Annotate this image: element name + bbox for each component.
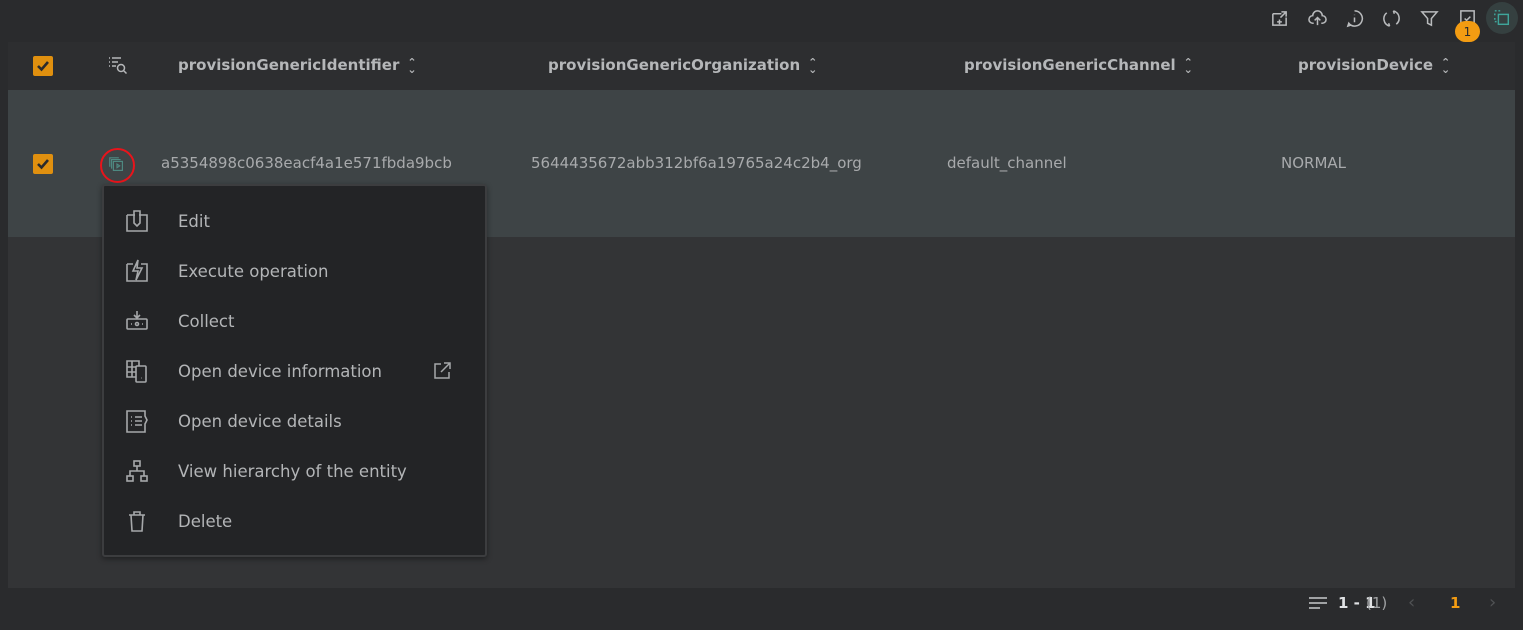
column-label: provisionGenericOrganization <box>548 56 801 74</box>
next-page-button[interactable]: › <box>1489 592 1496 613</box>
edit-icon <box>126 210 148 232</box>
menu-item-label: View hierarchy of the entity <box>178 461 407 481</box>
trash-icon <box>129 511 145 532</box>
column-label: provisionGenericChannel <box>964 56 1176 74</box>
menu-item-label: Collect <box>178 311 235 331</box>
column-search-icon[interactable] <box>108 55 128 75</box>
multi-select-icon <box>1494 10 1510 26</box>
cell-identifier: a5354898c0638eacf4a1e571fbda9bcb <box>161 154 452 172</box>
menu-item-delete[interactable]: Delete <box>104 496 485 546</box>
info-icon[interactable] <box>1342 6 1366 30</box>
previous-page-button[interactable]: ‹ <box>1408 592 1415 613</box>
row-checkbox[interactable] <box>33 154 53 174</box>
row-actions-button[interactable] <box>100 148 135 183</box>
execute-operation-icon <box>126 259 148 282</box>
external-link-icon <box>434 362 451 379</box>
column-header-identifier[interactable]: provisionGenericIdentifier ⌃ ⌄ <box>178 56 417 75</box>
cell-device: NORMAL <box>1281 154 1347 172</box>
menu-item-label: Open device details <box>178 411 342 431</box>
multi-select-button[interactable] <box>1486 2 1518 34</box>
table-header: provisionGenericIdentifier ⌃ ⌄ provisionGe… <box>8 42 1515 90</box>
column-label: provisionDevice <box>1298 56 1434 74</box>
sort-icon[interactable]: ⌃ ⌄ <box>1184 57 1193 75</box>
menu-item-collect[interactable]: Collect <box>104 296 485 346</box>
menu-item-open-device-details[interactable]: Open device details <box>104 396 485 446</box>
upload-icon[interactable] <box>1305 6 1329 30</box>
cell-channel: default_channel <box>947 154 1067 172</box>
device-info-icon <box>126 360 147 383</box>
select-all-checkbox[interactable] <box>33 56 53 76</box>
sort-icon[interactable]: ⌃ ⌄ <box>808 57 817 75</box>
device-details-icon <box>126 410 148 433</box>
column-header-organization[interactable]: provisionGenericOrganization ⌃ ⌄ <box>548 56 817 75</box>
sort-icon[interactable]: ⌃ ⌄ <box>1441 57 1450 75</box>
filter-icon[interactable] <box>1417 6 1441 30</box>
export-icon[interactable] <box>1267 6 1291 30</box>
column-label: provisionGenericIdentifier <box>178 56 400 74</box>
hierarchy-icon <box>126 460 148 482</box>
actions-icon <box>109 157 123 171</box>
refresh-icon[interactable] <box>1379 6 1403 30</box>
selected-count-badge: 1 <box>1455 21 1480 42</box>
menu-item-execute-operation[interactable]: Execute operation <box>104 246 485 296</box>
collect-icon <box>126 311 148 330</box>
current-page[interactable]: 1 <box>1450 594 1460 612</box>
row-context-menu: Edit Execute operation Collect Open devi… <box>102 184 487 557</box>
menu-item-label: Execute operation <box>178 261 329 281</box>
cell-organization: 5644435672abb312bf6a19765a24c2b4_org <box>531 154 862 172</box>
page-size-icon[interactable] <box>1308 596 1328 610</box>
menu-item-view-hierarchy[interactable]: View hierarchy of the entity <box>104 446 485 496</box>
menu-item-label: Open device information <box>178 361 382 381</box>
menu-item-open-device-information[interactable]: Open device information <box>104 346 485 396</box>
column-header-channel[interactable]: provisionGenericChannel ⌃ ⌄ <box>964 56 1193 75</box>
sort-icon[interactable]: ⌃ ⌄ <box>407 57 416 75</box>
menu-item-label: Delete <box>178 511 233 531</box>
pagination-total: (1) <box>1366 594 1388 612</box>
menu-item-label: Edit <box>178 211 210 231</box>
column-header-device[interactable]: provisionDevice ⌃ ⌄ <box>1298 56 1450 75</box>
menu-item-edit[interactable]: Edit <box>104 196 485 246</box>
